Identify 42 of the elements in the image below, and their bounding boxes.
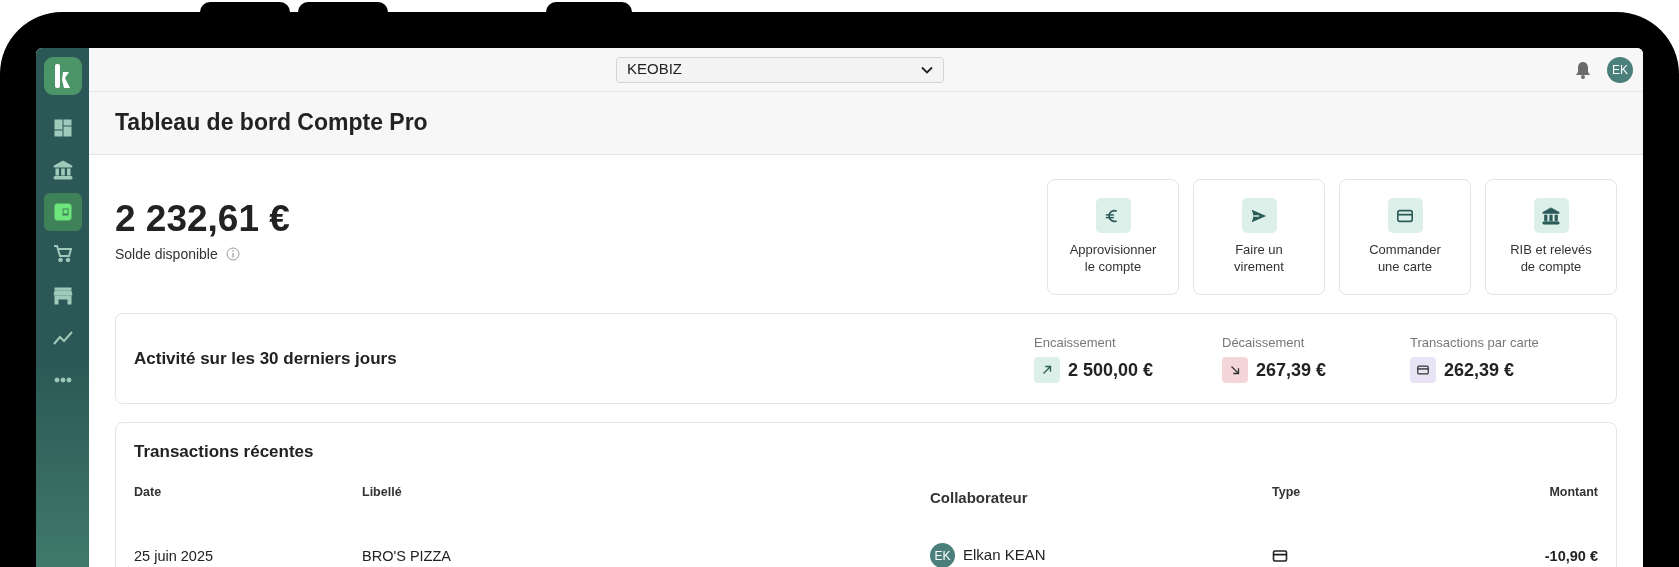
user-avatar[interactable]: EK xyxy=(1607,56,1633,83)
metric-label: Transactions par carte xyxy=(1410,334,1540,353)
store-icon xyxy=(52,286,73,306)
bell-icon[interactable] xyxy=(1575,60,1591,79)
metric-value: 267,39 € xyxy=(1256,358,1327,382)
column-header: Montant xyxy=(1548,483,1598,501)
column-header: Type xyxy=(1272,483,1302,501)
wallet-icon xyxy=(52,202,73,222)
column-header: Collaborateur xyxy=(930,487,1029,508)
credit-card-icon xyxy=(1272,548,1288,565)
action-button[interactable]: RIB et relevés de compte xyxy=(1485,179,1617,295)
app-logo[interactable] xyxy=(43,57,82,95)
activity-title: Activité sur les 30 derniers jours xyxy=(134,347,397,370)
amount-cell: -10,90 € xyxy=(1544,547,1598,564)
metric-label: Décaissement xyxy=(1222,334,1306,353)
collaborator-avatar: EK xyxy=(930,543,955,567)
credit-card-icon xyxy=(1410,357,1436,384)
balance-label: Solde disponible xyxy=(115,244,218,264)
metric-value: 262,39 € xyxy=(1444,358,1515,382)
metric-label: Encaissement xyxy=(1034,334,1117,353)
company-select[interactable]: KEOBIZ xyxy=(616,56,944,83)
bank-icon xyxy=(52,160,73,180)
metric-value: 2 500,00 € xyxy=(1068,358,1154,382)
arrow-down-right-icon xyxy=(1222,357,1248,384)
balance-amount: 2 232,61 € xyxy=(115,199,290,240)
label-cell: BRO'S PIZZA xyxy=(362,547,451,564)
transactions-title: Transactions récentes xyxy=(134,441,315,463)
cart-icon xyxy=(52,244,73,264)
bank-icon xyxy=(1542,206,1560,225)
column-header: Date xyxy=(134,483,163,501)
action-button[interactable]: Commander une carte xyxy=(1339,179,1471,295)
sidebar-item[interactable] xyxy=(43,193,82,231)
collaborator-name: Elkan KEAN xyxy=(963,545,1046,566)
arrow-up-right-icon xyxy=(1034,357,1060,384)
dashboard-icon xyxy=(52,118,73,138)
table-row[interactable]: 25 juin 2025 BRO'S PIZZA EK Elkan KEAN -10,90 € xyxy=(134,543,1598,567)
date-cell: 25 juin 2025 xyxy=(134,547,213,564)
action-button[interactable]: Approvisionner le compte xyxy=(1047,179,1179,295)
action-button[interactable]: Faire un virement xyxy=(1193,179,1325,295)
chevron-down-icon xyxy=(921,65,933,74)
column-header: Libellé xyxy=(362,483,403,501)
page-title: Tableau de bord Compte Pro xyxy=(115,109,428,137)
